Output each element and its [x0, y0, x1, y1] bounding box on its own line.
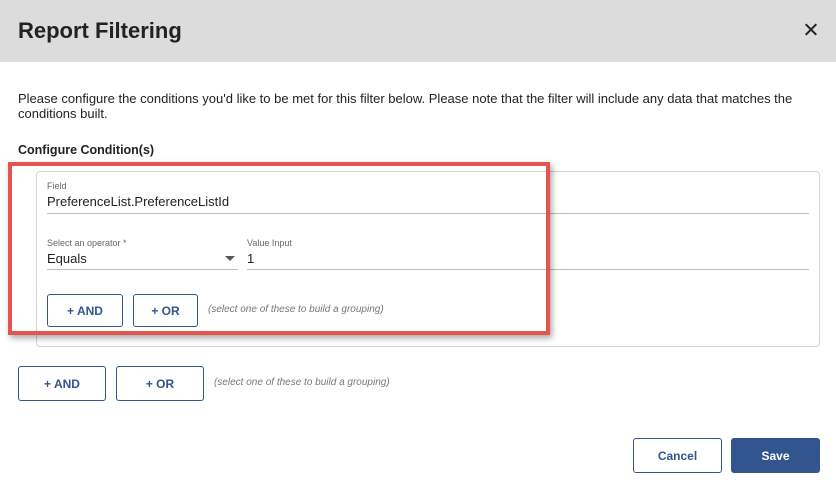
outer-hint: (select one of these to build a grouping… — [214, 377, 390, 388]
intro-text: Please configure the conditions you'd li… — [18, 91, 793, 121]
save-button[interactable]: Save — [731, 438, 820, 473]
value-input-label: Value Input — [247, 238, 292, 248]
chevron-down-icon[interactable] — [225, 256, 235, 261]
operator-label: Select an operator * — [47, 238, 127, 248]
field-label: Field — [47, 181, 67, 191]
inner-and-button[interactable]: + AND — [47, 294, 123, 327]
field-underline — [47, 213, 809, 214]
dialog-header: Report Filtering — [0, 0, 836, 62]
inner-hint: (select one of these to build a grouping… — [208, 304, 384, 315]
field-value[interactable]: PreferenceList.PreferenceListId — [47, 194, 229, 209]
dialog-title: Report Filtering — [18, 18, 182, 43]
value-input[interactable]: 1 — [247, 251, 254, 266]
outer-or-button[interactable]: + OR — [116, 366, 204, 401]
operator-select[interactable]: Equals — [47, 251, 87, 266]
outer-and-button[interactable]: + AND — [18, 366, 106, 401]
operator-underline — [47, 269, 238, 270]
section-label: Configure Condition(s) — [18, 143, 155, 157]
value-input-underline — [247, 269, 809, 270]
cancel-button[interactable]: Cancel — [633, 438, 722, 473]
inner-or-button[interactable]: + OR — [133, 294, 198, 327]
close-icon[interactable] — [800, 19, 822, 41]
